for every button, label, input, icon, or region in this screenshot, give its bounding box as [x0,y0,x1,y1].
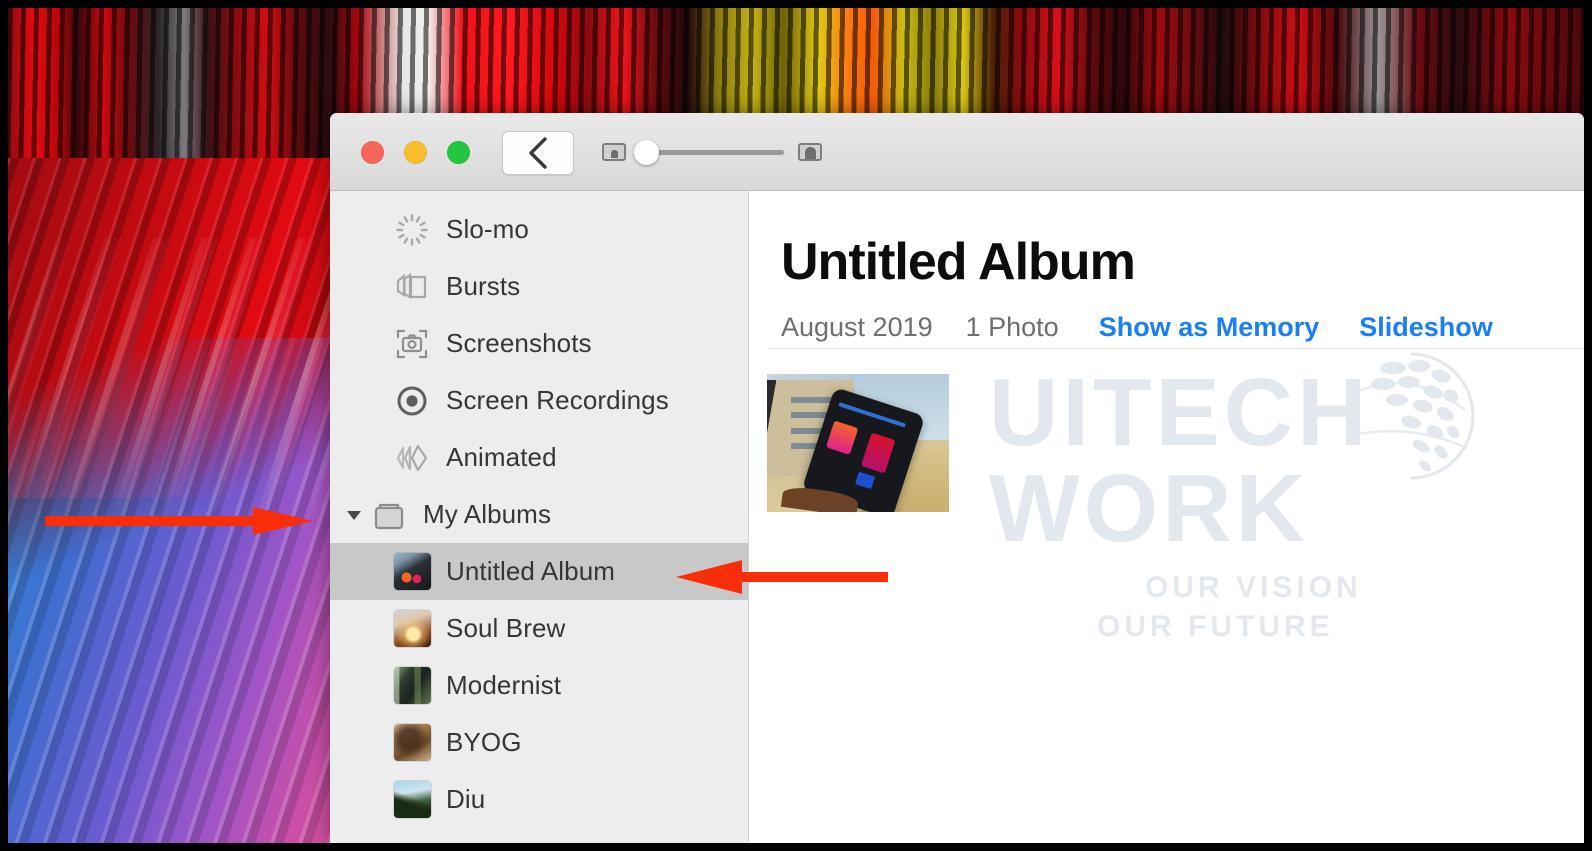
arrow-pointing-to-my-albums [45,507,313,535]
screenshot-root: Slo-mo Bursts Screenshots Screen Recordi… [0,0,1592,851]
image-border [0,0,1592,851]
arrow-pointing-to-untitled-album [676,560,888,594]
